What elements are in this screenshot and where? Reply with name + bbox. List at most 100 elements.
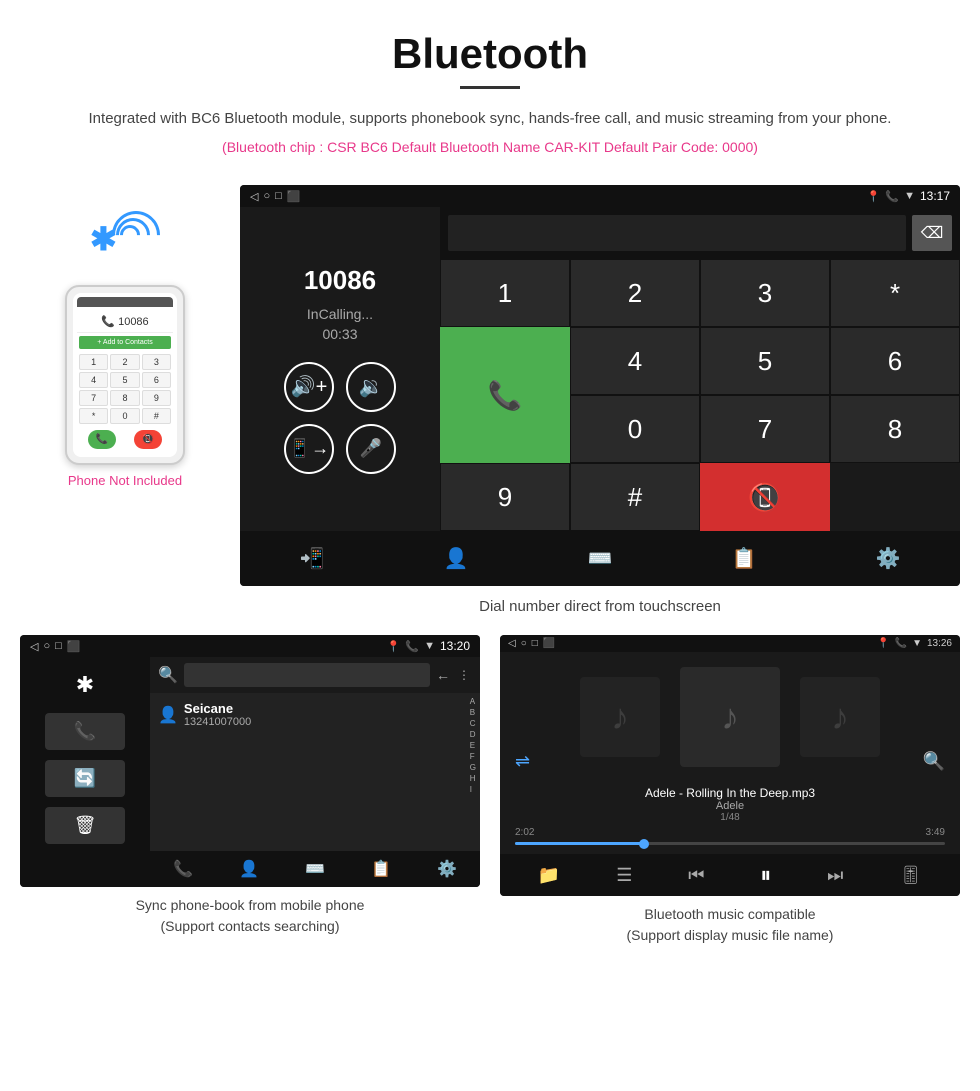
- phone-transfer-nav-icon[interactable]: 📲: [290, 541, 335, 576]
- music-back-icon: ◁: [508, 638, 516, 649]
- bluetooth-nav-icon[interactable]: 📋: [722, 541, 767, 576]
- pb-nav-phone[interactable]: 📞: [173, 859, 193, 879]
- key-7[interactable]: 7: [700, 395, 830, 463]
- key-4[interactable]: 4: [570, 327, 700, 395]
- music-caption-line2: (Support display music file name): [627, 927, 834, 943]
- car-calling-screen: ◁ ○ □ ⬛ 📍 📞 ▼ 13:17 10086 InCalling...: [240, 185, 960, 586]
- car-nav-bar: 📲 👤 ⌨️ 📋 ⚙️: [240, 531, 960, 586]
- end-call-button[interactable]: 📵: [700, 463, 830, 531]
- phonebook-caption-line2: (Support contacts searching): [161, 918, 340, 934]
- calling-main: 10086 InCalling... 00:33 🔊+ 🔉: [240, 207, 960, 531]
- music-status-time: 13:26: [927, 638, 952, 649]
- music-item: ◁ ○ □ ⬛ 📍 📞 ▼ 13:26 ♪ ♪ ♪ ⇌ 🔍: [500, 635, 960, 954]
- key-3[interactable]: 3: [700, 259, 830, 327]
- home-icon: ○: [263, 190, 270, 202]
- music-search-icon[interactable]: 🔍: [923, 751, 945, 772]
- wifi-icon: ▼: [904, 190, 915, 202]
- end-call-icon: 📵: [748, 481, 783, 514]
- phone-bottom-buttons: 📞 📵: [77, 426, 173, 453]
- music-prev-icon[interactable]: ⏮: [688, 865, 704, 886]
- music-next-icon[interactable]: ⏭: [827, 865, 843, 886]
- key-2[interactable]: 2: [570, 259, 700, 327]
- signal-arc-3: [102, 201, 170, 269]
- mute-icon: 🎤: [360, 438, 382, 459]
- music-progress: 2:02 3:49: [500, 827, 960, 854]
- alpha-f: F: [470, 752, 476, 761]
- key-hash[interactable]: #: [570, 463, 700, 531]
- pb-home-icon: ○: [43, 640, 50, 652]
- screenshot-icon: ⬛: [287, 190, 301, 203]
- settings-nav-icon[interactable]: ⚙️: [866, 541, 911, 576]
- recents-icon: □: [275, 190, 282, 202]
- contacts-nav-icon[interactable]: 👤: [434, 541, 479, 576]
- bottom-row: ◁ ○ □ ⬛ 📍 📞 ▼ 13:20 ✱ 📞 🔄: [0, 635, 980, 974]
- volume-down-button[interactable]: 🔉: [346, 362, 396, 412]
- music-eq-icon[interactable]: 🎚: [899, 865, 922, 886]
- title-underline: [460, 86, 520, 89]
- pb-contact-name: Seicane: [184, 701, 251, 716]
- phone-key: *: [79, 408, 108, 424]
- key-9[interactable]: 9: [440, 463, 570, 531]
- pb-nav-settings[interactable]: ⚙️: [437, 859, 457, 879]
- bluetooth-signal: ✱: [80, 205, 170, 275]
- music-pause-button[interactable]: ⏸: [760, 862, 771, 888]
- pb-more-icon: ⋮: [456, 666, 472, 684]
- pb-search-row: 🔍 ← ⋮: [150, 657, 480, 693]
- call-button[interactable]: 📞: [440, 327, 570, 463]
- music-folder-icon[interactable]: 📁: [538, 865, 560, 886]
- pb-main: ✱ 📞 🔄 🗑 🔍 ← ⋮ 👤: [20, 657, 480, 887]
- alphabet-index: A B C D E F G H I: [468, 693, 478, 851]
- delete-button[interactable]: ⌫: [912, 215, 952, 251]
- pb-contact-item: 👤 Seicane 13241007000: [158, 701, 472, 728]
- call-icon: 📞: [885, 190, 899, 203]
- key-6[interactable]: 6: [830, 327, 960, 395]
- phonebook-item: ◁ ○ □ ⬛ 📍 📞 ▼ 13:20 ✱ 📞 🔄: [20, 635, 480, 954]
- key-star[interactable]: *: [830, 259, 960, 327]
- shuffle-icon[interactable]: ⇌: [515, 751, 530, 772]
- key-5[interactable]: 5: [700, 327, 830, 395]
- status-time: 13:17: [920, 189, 950, 203]
- current-time: 2:02: [515, 827, 534, 838]
- transfer-button[interactable]: 📱→: [284, 424, 334, 474]
- back-icon: ◁: [250, 190, 258, 203]
- pb-nav-transfer[interactable]: 📋: [371, 859, 391, 879]
- page-header: Bluetooth Integrated with BC6 Bluetooth …: [0, 0, 980, 185]
- phone-illustration: ✱ 📞 10086 + Add to Contacts 1 2 3 4 5 6 …: [20, 185, 230, 488]
- phone-key: 5: [110, 372, 139, 388]
- music-nav-icons: ◁ ○ □ ⬛: [508, 638, 555, 649]
- car-calling-screen-container: ◁ ○ □ ⬛ 📍 📞 ▼ 13:17 10086 InCalling...: [240, 185, 960, 635]
- pb-right-status: 📍 📞 ▼ 13:20: [387, 639, 470, 653]
- music-right-status: 📍 📞 ▼ 13:26: [877, 638, 952, 649]
- music-home-icon: ○: [521, 638, 527, 649]
- call-green-icon: 📞: [488, 379, 523, 412]
- pb-delete-btn[interactable]: 🗑: [45, 807, 125, 844]
- volume-up-button[interactable]: 🔊+: [284, 362, 334, 412]
- key-1[interactable]: 1: [440, 259, 570, 327]
- pb-nav-keypad[interactable]: ⌨️: [305, 859, 325, 879]
- music-status-bar: ◁ ○ □ ⬛ 📍 📞 ▼ 13:26: [500, 635, 960, 652]
- key-0[interactable]: 0: [570, 395, 700, 463]
- music-list-icon[interactable]: ☰: [616, 865, 632, 886]
- phone-key: #: [142, 408, 171, 424]
- calling-timer: 00:33: [322, 326, 357, 342]
- mute-button[interactable]: 🎤: [346, 424, 396, 474]
- phone-key: 8: [110, 390, 139, 406]
- volume-up-icon: 🔊+: [291, 374, 328, 399]
- phone-key: 6: [142, 372, 171, 388]
- pb-search-field[interactable]: [184, 663, 430, 687]
- alpha-b: B: [470, 708, 476, 717]
- phone-status-bar: [77, 297, 173, 307]
- key-8[interactable]: 8: [830, 395, 960, 463]
- right-status-icons: 📍 📞 ▼ 13:17: [867, 189, 950, 203]
- phone-add-contacts: + Add to Contacts: [79, 336, 171, 349]
- music-caption-line1: Bluetooth music compatible: [644, 906, 815, 922]
- calling-controls: 🔊+ 🔉 📱→ 🎤: [284, 362, 396, 474]
- progress-bar[interactable]: [515, 842, 945, 845]
- pb-call-btn[interactable]: 📞: [45, 713, 125, 750]
- pb-nav-contacts[interactable]: 👤: [239, 859, 259, 879]
- music-wifi-icon: ▼: [912, 638, 922, 649]
- keypad-nav-icon[interactable]: ⌨️: [578, 541, 623, 576]
- phonebook-caption-line1: Sync phone-book from mobile phone: [136, 897, 365, 913]
- page-description: Integrated with BC6 Bluetooth module, su…: [20, 107, 960, 131]
- pb-sync-btn[interactable]: 🔄: [45, 760, 125, 797]
